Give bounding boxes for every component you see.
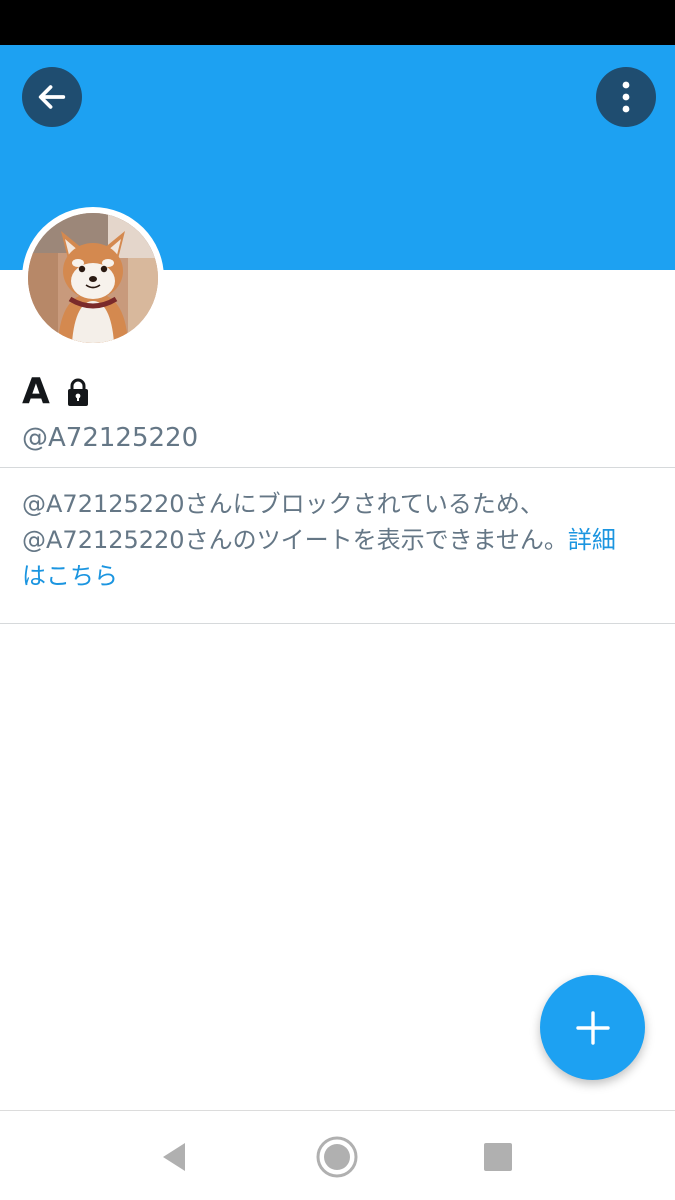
avatar[interactable]: [28, 213, 158, 343]
system-recents-button[interactable]: [476, 1135, 520, 1179]
divider: [0, 623, 675, 624]
system-navigation-bar: [0, 1110, 675, 1200]
learn-more-link-part-2[interactable]: はこちら: [22, 558, 662, 594]
system-back-button[interactable]: [152, 1135, 196, 1179]
arrow-left-icon: [38, 85, 66, 109]
display-name: A: [22, 371, 50, 412]
status-bar: [0, 0, 675, 45]
more-vertical-icon: [622, 81, 630, 113]
divider: [0, 467, 675, 468]
back-button[interactable]: [22, 67, 82, 127]
square-recents-icon: [484, 1143, 512, 1171]
system-home-button[interactable]: [315, 1135, 359, 1179]
shiba-dog-avatar-image: [28, 213, 158, 343]
circle-home-icon: [316, 1136, 358, 1178]
blocked-notice: @A72125220さんにブロックされているため、 @A72125220さんのツ…: [22, 486, 662, 594]
blocked-notice-line-2: @A72125220さんのツイートを表示できません。: [22, 526, 568, 554]
profile-handle: @A72125220: [22, 423, 199, 453]
profile-name-row: A: [22, 370, 94, 414]
avatar-frame[interactable]: [22, 207, 164, 349]
plus-icon: [575, 1010, 610, 1045]
blocked-notice-line-2-wrap: @A72125220さんのツイートを表示できません。詳細: [22, 522, 662, 558]
blocked-notice-line-1: @A72125220さんにブロックされているため、: [22, 490, 544, 518]
lock-icon: [67, 378, 88, 406]
more-options-button[interactable]: [596, 67, 656, 127]
triangle-back-icon: [163, 1143, 185, 1171]
compose-tweet-button[interactable]: [540, 975, 645, 1080]
learn-more-link-part-1[interactable]: 詳細: [568, 526, 616, 554]
